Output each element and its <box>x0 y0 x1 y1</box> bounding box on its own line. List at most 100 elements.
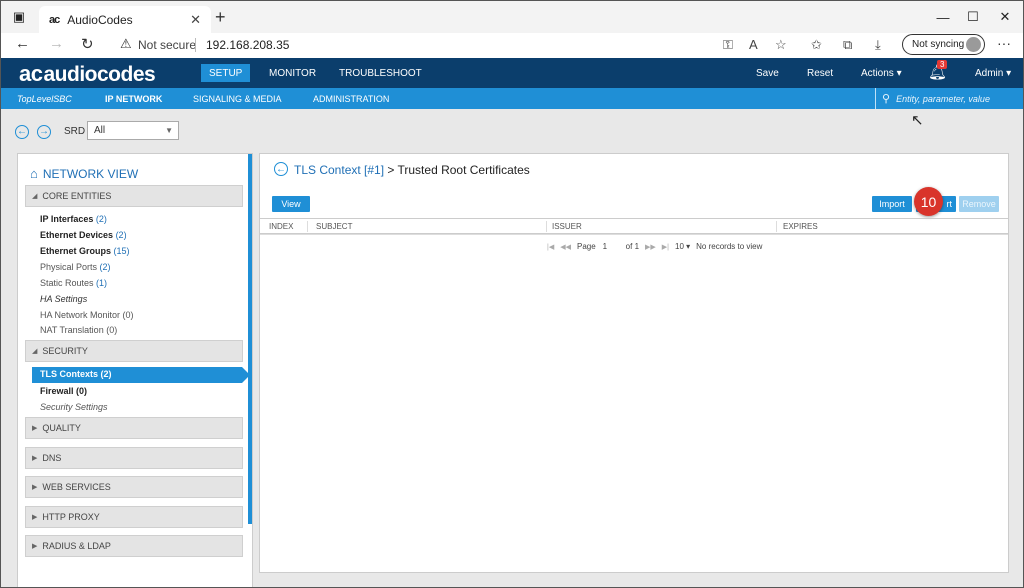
column-expires[interactable]: EXPIRES <box>783 222 818 231</box>
download-icon[interactable]: ⤓ <box>875 37 881 53</box>
nav-static-routes[interactable]: Static Routes (1) <box>40 278 107 288</box>
triangle-right-icon: ▶ <box>32 543 38 550</box>
network-view-title[interactable]: ⌂ NETWORK VIEW <box>30 166 138 181</box>
column-index[interactable]: INDEX <box>269 222 293 231</box>
minimize-icon[interactable]: — <box>933 7 953 27</box>
nav-ip-interfaces[interactable]: IP Interfaces (2) <box>40 214 107 224</box>
panel-title-rest: > Trusted Root Certificates <box>384 163 530 177</box>
last-page-icon[interactable]: ▶| <box>662 243 669 251</box>
save-button[interactable]: Save <box>756 68 779 79</box>
selection-arrow <box>242 367 250 383</box>
section-http-proxy-label: HTTP PROXY <box>42 512 100 522</box>
nav-ethernet-devices-label: Ethernet Devices <box>40 230 114 240</box>
nav-ha-network-monitor[interactable]: HA Network Monitor (0) <box>40 310 134 320</box>
sync-button[interactable]: Not syncing <box>902 34 985 55</box>
page-number-input[interactable]: 1 <box>603 242 619 251</box>
nav-physical-ports-count: (2) <box>99 262 111 272</box>
close-window-icon[interactable]: ✕ <box>995 7 1015 27</box>
global-search-input[interactable]: ⚲ Entity, parameter, value <box>875 88 1023 109</box>
nav-firewall[interactable]: Firewall (0) <box>40 386 87 396</box>
key-icon[interactable]: ⚿ <box>723 37 733 53</box>
section-radius-ldap[interactable]: ▶ RADIUS & LDAP <box>25 535 243 557</box>
back-arrow-icon[interactable]: ← <box>15 35 30 52</box>
network-view-panel: ⌂ NETWORK VIEW ◢ CORE ENTITIES IP Interf… <box>17 153 253 587</box>
column-subject[interactable]: SUBJECT <box>316 222 352 231</box>
browser-tab[interactable]: ac AudioCodes ✕ <box>39 6 211 33</box>
address-divider <box>195 38 196 52</box>
forward-arrow-icon[interactable]: → <box>49 35 64 52</box>
profile-avatar <box>966 37 981 52</box>
nav-ha-settings[interactable]: HA Settings <box>40 294 87 304</box>
nav-ethernet-groups-label: Ethernet Groups <box>40 246 112 256</box>
first-page-icon[interactable]: |◀ <box>547 243 554 251</box>
warning-triangle-icon[interactable]: ⚠ <box>120 36 132 52</box>
column-divider <box>307 221 308 232</box>
section-radius-ldap-label: RADIUS & LDAP <box>42 541 111 551</box>
back-circle-icon[interactable]: ← <box>274 162 288 176</box>
section-security[interactable]: ◢ SECURITY <box>25 340 243 362</box>
section-security-label: SECURITY <box>42 346 88 356</box>
collections-icon[interactable]: ⧉ <box>843 37 852 53</box>
next-page-icon[interactable]: ▶▶ <box>645 243 656 251</box>
favorites-list-icon[interactable]: ✩ <box>811 37 822 53</box>
sub-header: TopLevelSBC IP NETWORK SIGNALING & MEDIA… <box>1 88 1023 109</box>
remove-button[interactable]: Remove <box>959 196 999 212</box>
left-panel-scrollbar[interactable] <box>248 154 252 524</box>
nav-nat-translation[interactable]: NAT Translation (0) <box>40 325 117 335</box>
section-dns[interactable]: ▶ DNS <box>25 447 243 469</box>
maximize-icon[interactable]: ☐ <box>963 7 983 27</box>
section-dns-label: DNS <box>42 453 62 463</box>
audiocodes-favicon-icon: ac <box>49 13 60 26</box>
nav-security-settings[interactable]: Security Settings <box>40 402 108 412</box>
network-view-label: NETWORK VIEW <box>42 166 139 181</box>
browser-window: ▣ ac AudioCodes ✕ + — ☐ ✕ ← → ↻ ⚠ Not se… <box>0 0 1024 588</box>
back-circle-icon[interactable]: ← <box>15 125 29 139</box>
close-tab-icon[interactable]: ✕ <box>190 12 201 28</box>
subtab-ip-network[interactable]: IP NETWORK <box>105 94 162 104</box>
tab-troubleshoot[interactable]: TROUBLESHOOT <box>331 64 430 82</box>
refresh-icon[interactable]: ↻ <box>81 35 94 53</box>
actions-menu[interactable]: Actions ▾ <box>861 68 902 79</box>
srd-select[interactable]: All ▼ <box>87 121 179 140</box>
section-core-entities[interactable]: ◢ CORE ENTITIES <box>25 185 243 207</box>
nav-ethernet-devices[interactable]: Ethernet Devices (2) <box>40 230 127 240</box>
audiocodes-logo[interactable]: acaudiocodes <box>19 61 156 87</box>
reset-button[interactable]: Reset <box>807 68 833 79</box>
nav-ethernet-groups[interactable]: Ethernet Groups (15) <box>40 246 130 256</box>
section-web-services[interactable]: ▶ WEB SERVICES <box>25 476 243 498</box>
tls-context-link[interactable]: TLS Context [#1] <box>294 163 384 177</box>
device-name: TopLevelSBC <box>17 94 72 104</box>
view-button[interactable]: View <box>272 196 310 212</box>
tab-setup[interactable]: SETUP <box>201 64 251 82</box>
section-quality[interactable]: ▶ QUALITY <box>25 417 243 439</box>
read-aloud-icon[interactable]: A <box>749 37 758 52</box>
import-button[interactable]: Import <box>872 196 912 212</box>
browser-tab-strip: ▣ ac AudioCodes ✕ + — ☐ ✕ <box>1 1 1023 33</box>
section-http-proxy[interactable]: ▶ HTTP PROXY <box>25 506 243 528</box>
tab-monitor[interactable]: MONITOR <box>261 64 324 82</box>
prev-page-icon[interactable]: ◀◀ <box>560 243 571 251</box>
section-web-services-label: WEB SERVICES <box>42 482 111 492</box>
subtab-signaling-media[interactable]: SIGNALING & MEDIA <box>193 94 282 104</box>
new-tab-icon[interactable]: + <box>215 7 226 28</box>
security-status[interactable]: Not secure <box>138 38 196 52</box>
empty-records-text: No records to view <box>696 242 763 251</box>
nav-tls-contexts[interactable]: TLS Contexts (2) <box>32 367 242 383</box>
logo-mark-icon: ac <box>19 61 43 86</box>
sync-label: Not syncing <box>912 39 965 50</box>
user-menu[interactable]: Admin ▾ <box>975 68 1011 79</box>
column-issuer[interactable]: ISSUER <box>552 222 582 231</box>
nav-physical-ports[interactable]: Physical Ports (2) <box>40 262 111 272</box>
forward-circle-icon[interactable]: → <box>37 125 51 139</box>
nav-static-routes-count: (1) <box>96 278 108 288</box>
srd-value: All <box>94 125 106 136</box>
page-size-select[interactable]: 10 ▾ <box>675 242 690 251</box>
favorite-star-icon[interactable]: ☆ <box>775 37 787 53</box>
tab-actions-icon[interactable]: ▣ <box>9 7 29 27</box>
notification-count-badge: 3 <box>937 60 948 69</box>
subtab-administration[interactable]: ADMINISTRATION <box>313 94 389 104</box>
nav-ethernet-devices-count: (2) <box>115 230 127 240</box>
more-options-icon[interactable]: ··· <box>997 35 1011 51</box>
address-url[interactable]: 192.168.208.35 <box>206 38 289 52</box>
panel-title: TLS Context [#1] > Trusted Root Certific… <box>294 163 530 177</box>
